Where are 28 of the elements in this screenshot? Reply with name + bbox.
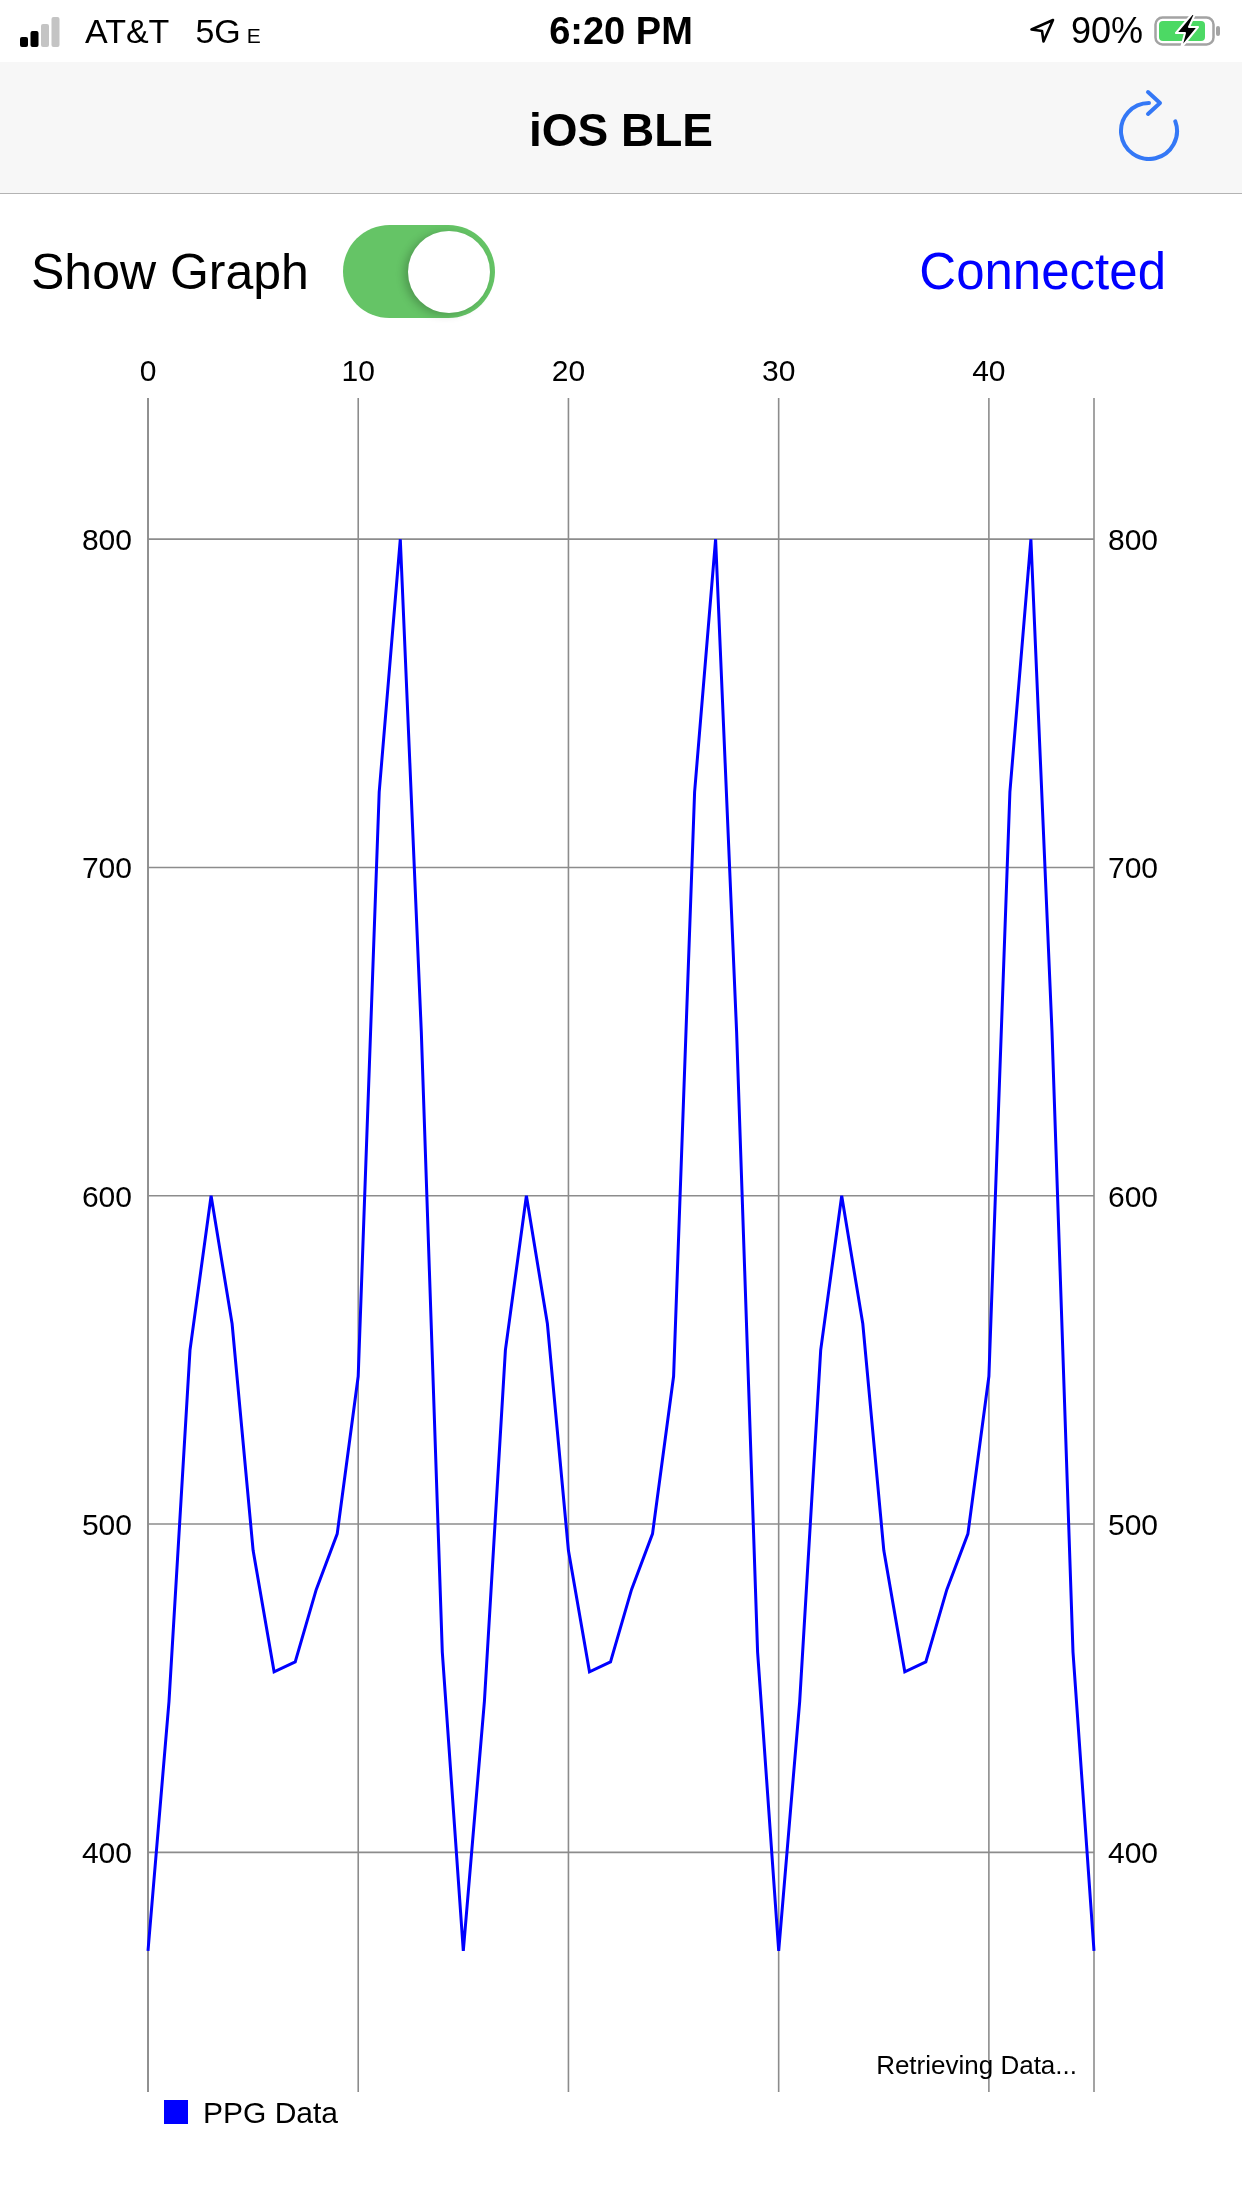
show-graph-label: Show Graph [31,242,309,301]
x-axis-tick-label: 30 [762,354,796,387]
location-arrow-icon [1028,18,1055,44]
cellular-signal-icon [20,15,60,47]
left-axis-tick-label: 800 [81,523,132,557]
legend-label: PPG Data [203,2096,339,2129]
right-axis-tick-label: 800 [1108,523,1159,557]
network-suffix-label: E [246,23,261,48]
right-axis-tick-label: 600 [1108,1179,1159,1213]
network-type-label: 5G [195,11,241,51]
x-axis-tick-label: 40 [972,354,1006,387]
left-axis-tick-label: 600 [81,1179,132,1213]
left-axis-tick-label: 700 [81,851,132,885]
clock-label: 6:20 PM [549,9,693,53]
chart-status-label: Retrieving Data... [876,2050,1077,2080]
left-axis-tick-label: 500 [81,1508,132,1542]
carrier-label: AT&T [85,11,170,51]
right-axis-tick-label: 400 [1108,1836,1159,1870]
right-axis-tick-label: 500 [1108,1508,1159,1542]
battery-percentage-label: 90% [1070,10,1143,52]
x-axis-tick-label: 10 [341,354,375,387]
left-axis-tick-label: 400 [81,1836,132,1870]
refresh-icon[interactable] [1117,88,1181,161]
connection-status-label: Connected [919,242,1166,301]
x-axis-tick-label: 0 [139,354,157,387]
nav-title: iOS BLE [529,102,713,157]
x-axis-tick-label: 20 [551,354,586,387]
right-axis-tick-label: 700 [1108,851,1159,885]
